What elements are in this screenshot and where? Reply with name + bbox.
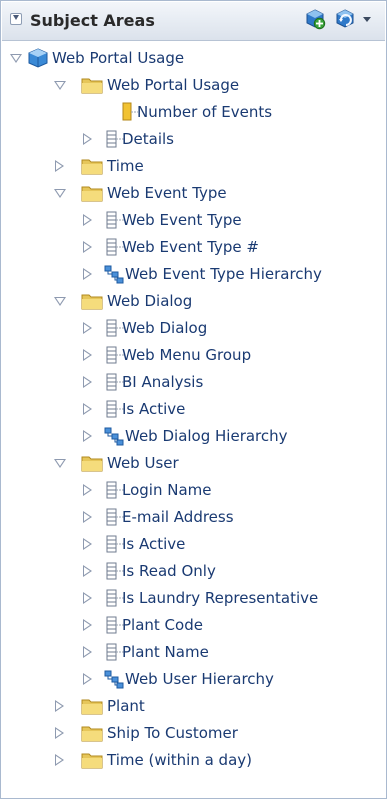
tree-node-column[interactable]: BI Analysis — [1, 369, 386, 396]
hierarchy-icon — [104, 427, 124, 446]
tree-node-column[interactable]: Is Read Only — [1, 558, 386, 585]
tree-node-column[interactable]: Login Name — [1, 477, 386, 504]
tree-node-label: BI Analysis — [122, 373, 204, 391]
folder-icon — [81, 78, 103, 94]
tree-node-label: Plant Name — [122, 643, 209, 661]
folder-icon — [81, 699, 103, 715]
tree-node-label: Web Dialog — [107, 292, 193, 310]
tree-node-label: Web Event Type Hierarchy — [125, 265, 322, 283]
expand-toggle-icon[interactable] — [81, 537, 94, 550]
expand-toggle-icon[interactable] — [53, 186, 66, 199]
tree-node-label: Web Menu Group — [122, 346, 252, 364]
tree-node-label: Web Dialog Hierarchy — [125, 427, 288, 445]
expand-toggle-icon[interactable] — [81, 564, 94, 577]
tree-node-label: Login Name — [122, 481, 212, 499]
tree-node-label: Web Portal Usage — [52, 49, 185, 67]
expand-toggle-icon[interactable] — [81, 645, 94, 658]
tree-node-folder[interactable]: Plant — [1, 693, 386, 720]
expand-toggle-icon[interactable] — [81, 429, 94, 442]
tree-node-column[interactable]: Details — [1, 126, 386, 153]
tree-node-hierarchy[interactable]: Web Dialog Hierarchy — [1, 423, 386, 450]
expand-toggle-icon[interactable] — [53, 726, 66, 739]
refresh-icon[interactable] — [334, 8, 356, 30]
expand-toggle-icon[interactable] — [81, 240, 94, 253]
tree-node-label: Web Event Type # — [122, 238, 259, 256]
tree-node-label: Web Event Type — [122, 211, 242, 229]
tree-node-hierarchy[interactable]: Web Event Type Hierarchy — [1, 261, 386, 288]
expand-toggle-icon[interactable] — [9, 51, 22, 64]
expand-toggle-icon[interactable] — [53, 294, 66, 307]
hierarchy-icon — [104, 670, 124, 689]
tree-node-label: Web Dialog — [122, 319, 208, 337]
tree-node-hierarchy[interactable]: Web User Hierarchy — [1, 666, 386, 693]
folder-icon — [81, 294, 103, 310]
tree-node-label: Plant Code — [122, 616, 203, 634]
tree-node-column[interactable]: Is Active — [1, 396, 386, 423]
folder-icon — [81, 726, 103, 742]
expand-toggle-icon[interactable] — [53, 159, 66, 172]
tree-node-label: Time — [107, 157, 144, 175]
expand-toggle-icon[interactable] — [53, 78, 66, 91]
expand-toggle-icon[interactable] — [53, 699, 66, 712]
subject-areas-panel: Subject Areas Web Portal Usage Web Porta… — [0, 0, 387, 799]
tree-node-label: E-mail Address — [122, 508, 234, 526]
tree-node-column[interactable]: Web Event Type # — [1, 234, 386, 261]
tree-node-measure[interactable]: Number of Events — [1, 99, 386, 126]
subject-area-cube-icon — [28, 48, 48, 68]
expand-toggle-icon[interactable] — [81, 402, 94, 415]
expand-toggle-icon[interactable] — [53, 753, 66, 766]
tree-node-column[interactable]: Web Dialog — [1, 315, 386, 342]
tree-node-label: Web User — [107, 454, 179, 472]
expand-toggle-icon[interactable] — [81, 375, 94, 388]
expand-toggle-icon[interactable] — [81, 132, 94, 145]
tree-node-label: Web User Hierarchy — [125, 670, 274, 688]
folder-icon — [81, 186, 103, 202]
tree-node-folder[interactable]: Web Dialog — [1, 288, 386, 315]
expand-toggle-icon[interactable] — [81, 267, 94, 280]
tree-node-folder[interactable]: Web Portal Usage — [1, 72, 386, 99]
tree-node-label: Web Portal Usage — [107, 76, 240, 94]
tree-node-folder[interactable]: Time (within a day) — [1, 747, 386, 774]
expand-toggle-icon[interactable] — [81, 618, 94, 631]
tree-node-label: Ship To Customer — [107, 724, 238, 742]
tree-node-label: Number of Events — [137, 103, 273, 121]
tree-node-column[interactable]: Is Laundry Representative — [1, 585, 386, 612]
tree-node-label: Details — [122, 130, 175, 148]
tree-node-folder[interactable]: Ship To Customer — [1, 720, 386, 747]
tree-node-column[interactable]: E-mail Address — [1, 504, 386, 531]
add-subject-area-icon[interactable] — [304, 8, 326, 30]
expand-toggle-icon[interactable] — [81, 591, 94, 604]
tree-node-label: Is Active — [122, 400, 186, 418]
tree-node-column[interactable]: Web Event Type — [1, 207, 386, 234]
tree-node-folder[interactable]: Web User — [1, 450, 386, 477]
tree-node-folder[interactable]: Time — [1, 153, 386, 180]
tree-node-label: Time (within a day) — [107, 751, 252, 769]
hierarchy-icon — [104, 265, 124, 284]
expand-toggle-icon[interactable] — [81, 348, 94, 361]
tree-node-label: Is Laundry Representative — [122, 589, 319, 607]
tree-node-column[interactable]: Is Active — [1, 531, 386, 558]
expand-toggle-icon[interactable] — [81, 213, 94, 226]
tree-node-subject-area[interactable]: Web Portal Usage — [1, 45, 386, 72]
tree-node-label: Is Active — [122, 535, 186, 553]
panel-header: Subject Areas — [2, 2, 385, 41]
tree-node-column[interactable]: Plant Code — [1, 612, 386, 639]
folder-icon — [81, 159, 103, 175]
panel-title: Subject Areas — [30, 11, 155, 30]
tree-node-column[interactable]: Plant Name — [1, 639, 386, 666]
folder-icon — [81, 753, 103, 769]
expand-toggle-icon[interactable] — [81, 483, 94, 496]
menu-caret-icon[interactable] — [363, 17, 371, 22]
expand-toggle-icon[interactable] — [81, 672, 94, 685]
expand-toggle-icon[interactable] — [81, 510, 94, 523]
collapse-toggle-icon[interactable] — [10, 13, 22, 25]
tree-node-folder[interactable]: Web Event Type — [1, 180, 386, 207]
tree-node-column[interactable]: Web Menu Group — [1, 342, 386, 369]
tree-node-label: Web Event Type — [107, 184, 227, 202]
expand-toggle-icon[interactable] — [81, 321, 94, 334]
expand-toggle-icon[interactable] — [53, 456, 66, 469]
folder-icon — [81, 456, 103, 472]
tree-node-label: Is Read Only — [122, 562, 216, 580]
tree-node-label: Plant — [107, 697, 145, 715]
